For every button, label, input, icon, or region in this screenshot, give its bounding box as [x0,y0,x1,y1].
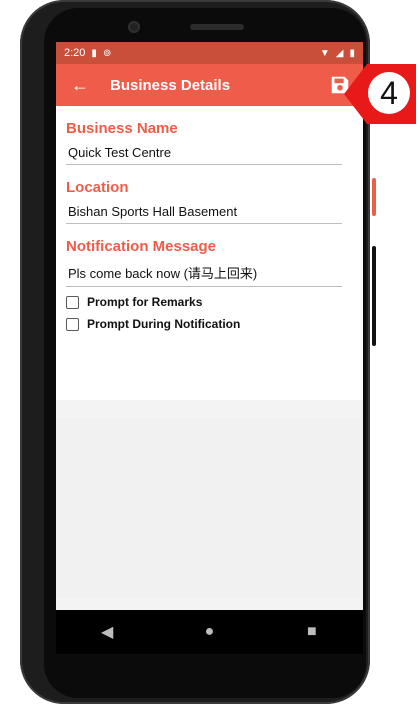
location-section: Location Bishan Sports Hall Basement [66,179,353,224]
prompt-notification-label: Prompt During Notification [87,317,241,331]
phone-frame: 2:20 ▮ ⊚ ▼ ◢ ▮ ← Business Details Busine… [20,0,376,704]
power-button [372,178,376,216]
vpn-icon: ⊚ [102,47,112,59]
location-label: Location [66,179,129,196]
back-button[interactable]: ← [66,71,94,99]
volume-button [372,246,376,346]
status-bar: 2:20 ▮ ⊚ ▼ ◢ ▮ [56,42,363,64]
camera-icon [128,21,140,33]
prompt-notification-row[interactable]: Prompt During Notification [66,317,353,331]
square-icon: ■ [306,623,317,640]
prompt-remarks-checkbox[interactable] [66,295,79,309]
triangle-left-icon: ◀ [101,624,114,641]
empty-area [56,418,363,598]
nav-recents-button[interactable]: ■ [297,617,327,647]
circle-icon: ● [204,623,215,640]
notification-section: Notification Message Pls come back now (… [66,238,353,331]
speaker-grille [190,24,244,30]
status-time: 2:20 [64,47,86,59]
signal-icon: ◢ [335,47,344,59]
prompt-notification-checkbox[interactable] [66,317,79,331]
business-name-field[interactable]: Quick Test Centre [66,143,342,165]
form-content: Business Name Quick Test Centre Location… [56,106,363,400]
callout-number: 4 [368,72,410,114]
notification-message-field[interactable]: Pls come back now (请马上回来) [66,261,342,287]
navigation-bar: ◀ ● ■ [56,610,363,654]
business-name-section: Business Name Quick Test Centre [66,120,353,165]
arrow-left-icon: ← [71,74,89,95]
app-bar: ← Business Details [56,64,363,106]
phone-screen: 2:20 ▮ ⊚ ▼ ◢ ▮ ← Business Details Busine… [56,42,363,654]
notification-message-label: Notification Message [66,238,217,255]
nav-home-button[interactable]: ● [194,617,224,647]
prompt-remarks-row[interactable]: Prompt for Remarks [66,295,353,309]
business-name-label: Business Name [66,120,178,137]
page-title: Business Details [110,76,231,94]
location-field[interactable]: Bishan Sports Hall Basement [66,202,342,224]
battery-icon: ▮ [349,47,355,59]
wifi-icon: ▼ [319,47,330,59]
nav-back-button[interactable]: ◀ [92,617,122,647]
status-left: 2:20 ▮ ⊚ [64,47,111,59]
prompt-remarks-label: Prompt for Remarks [87,295,203,309]
sim-icon: ▮ [91,47,97,59]
status-right: ▼ ◢ ▮ [320,48,355,59]
